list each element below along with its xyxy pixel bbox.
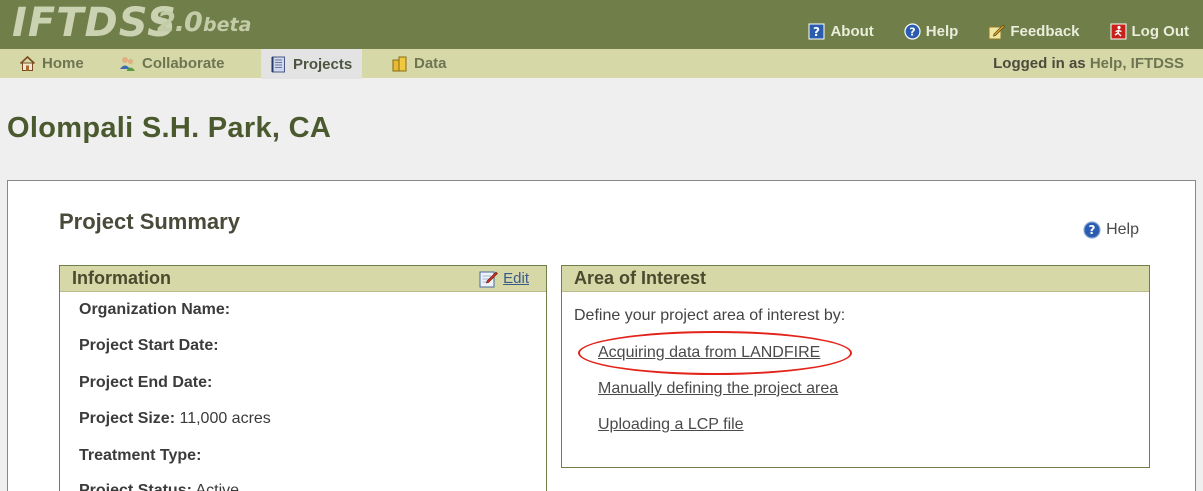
- upload-lcp-link[interactable]: Uploading a LCP file: [598, 416, 744, 434]
- logged-in-user[interactable]: Help, IFTDSS: [1090, 55, 1184, 72]
- project-summary-container: Project Summary ? Help Information Edit …: [7, 180, 1196, 491]
- project-summary-title: Project Summary: [59, 209, 240, 234]
- field-project-status: Project Status: Active: [79, 482, 239, 491]
- about-label: About: [830, 23, 874, 40]
- field-label: Project Size:: [79, 410, 176, 427]
- home-icon: [19, 55, 36, 71]
- logout-label: Log Out: [1131, 23, 1189, 40]
- help-circle-icon: ?: [904, 23, 921, 40]
- logged-in-prefix: Logged in as: [993, 55, 1086, 72]
- top-links: ? About ? Help Feedback Log Out: [778, 23, 1189, 40]
- summary-help-label: Help: [1106, 221, 1139, 238]
- page-title: Olompali S.H. Park, CA: [7, 112, 332, 144]
- edit-icon: [479, 271, 499, 288]
- question-box-icon: ?: [808, 23, 825, 40]
- logo-beta-text: beta: [203, 14, 252, 36]
- summary-help-link[interactable]: ? Help: [1083, 221, 1139, 239]
- main-nav: Home Collaborate Projects Data Logged in…: [0, 49, 1203, 79]
- feedback-link[interactable]: Feedback: [988, 23, 1080, 40]
- help-circle-icon: ?: [1083, 221, 1101, 239]
- field-project-size: Project Size: 11,000 acres: [79, 410, 271, 428]
- information-title: Information: [72, 268, 171, 288]
- nav-home[interactable]: Home: [10, 49, 94, 78]
- field-project-start-date: Project Start Date:: [79, 337, 219, 355]
- app-header: IFTDSS 2.0 beta ? About ? Help Feedback …: [0, 0, 1203, 49]
- area-of-interest-header: Area of Interest: [562, 266, 1149, 292]
- svg-text:?: ?: [813, 25, 820, 39]
- svg-text:?: ?: [909, 26, 915, 39]
- field-organization-name: Organization Name:: [79, 301, 230, 319]
- field-label: Project Start Date:: [79, 337, 219, 354]
- data-stack-icon: [392, 56, 407, 72]
- nav-collaborate[interactable]: Collaborate: [110, 49, 235, 78]
- svg-text:?: ?: [1089, 223, 1096, 237]
- feedback-label: Feedback: [1010, 23, 1080, 40]
- nav-home-label: Home: [42, 55, 84, 72]
- landfire-link[interactable]: Acquiring data from LANDFIRE: [598, 344, 820, 362]
- manual-define-link[interactable]: Manually defining the project area: [598, 380, 838, 398]
- information-panel: Information Edit Organization Name: Proj…: [59, 265, 547, 491]
- help-label: Help: [925, 23, 959, 40]
- field-project-end-date: Project End Date:: [79, 374, 212, 392]
- notebook-icon: [271, 56, 285, 72]
- field-value: 11,000 acres: [179, 410, 271, 427]
- edit-label: Edit: [503, 270, 529, 287]
- field-label: Project Status:: [79, 482, 192, 491]
- information-panel-header: Information Edit: [60, 266, 546, 292]
- pencil-note-icon: [988, 24, 1006, 40]
- area-of-interest-panel: Area of Interest Define your project are…: [561, 265, 1150, 468]
- edit-link[interactable]: Edit: [479, 269, 529, 288]
- logout-link[interactable]: Log Out: [1110, 23, 1189, 40]
- help-link[interactable]: ? Help: [904, 23, 959, 40]
- field-value: Active: [195, 482, 240, 491]
- field-label: Treatment Type:: [79, 447, 202, 464]
- field-label: Project End Date:: [79, 374, 213, 391]
- nav-data-label: Data: [414, 55, 447, 72]
- logged-in-status: Logged in as Help, IFTDSS: [993, 55, 1184, 72]
- users-icon: [120, 57, 135, 71]
- field-label: Organization Name:: [79, 301, 231, 318]
- exit-door-icon: [1110, 23, 1127, 40]
- field-treatment-type: Treatment Type:: [79, 447, 201, 465]
- nav-data[interactable]: Data: [382, 49, 457, 78]
- area-of-interest-title: Area of Interest: [574, 268, 707, 288]
- logo-main-text: IFTDSS: [12, 0, 177, 46]
- area-of-interest-intro: Define your project area of interest by:: [574, 307, 846, 324]
- logo-version-text: 2.0: [157, 7, 203, 38]
- nav-projects-label: Projects: [293, 55, 353, 73]
- about-link[interactable]: ? About: [808, 23, 874, 40]
- nav-collaborate-label: Collaborate: [142, 55, 225, 72]
- nav-projects[interactable]: Projects: [261, 49, 363, 79]
